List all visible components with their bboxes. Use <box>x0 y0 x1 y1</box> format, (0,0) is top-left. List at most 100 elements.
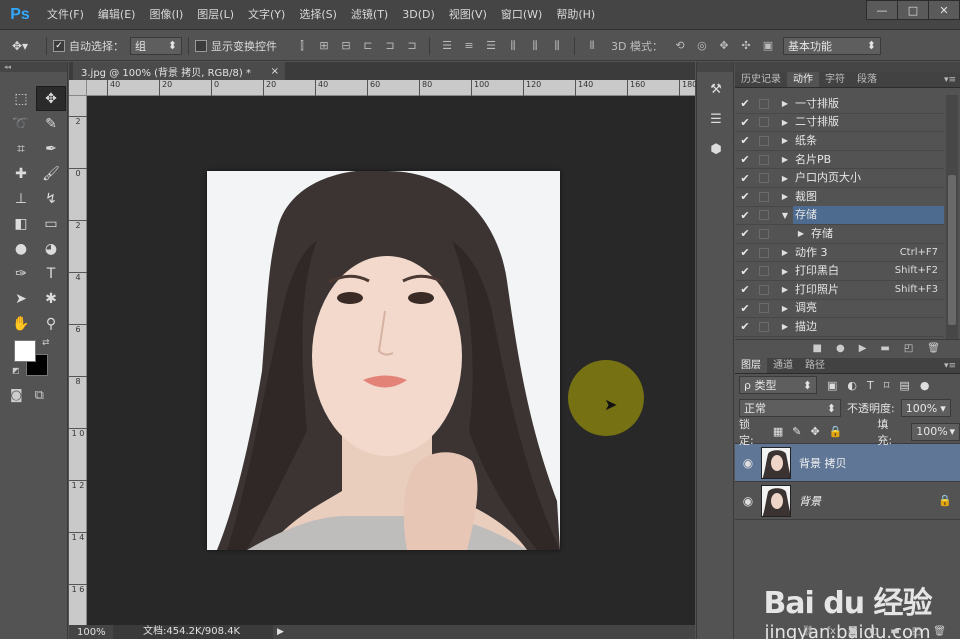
action-row[interactable]: ✔ ▶ 打印照片 Shift+F3 <box>735 281 944 300</box>
close-button[interactable]: ✕ <box>928 0 960 20</box>
dodge-tool-icon[interactable]: ◕ <box>36 236 66 261</box>
layers-tab-2[interactable]: 路径 <box>799 358 831 373</box>
layer-row[interactable]: ◉ 背景 🔒 <box>735 482 960 520</box>
triangle-right-icon[interactable]: ▶ <box>777 99 793 108</box>
zoom-tool-icon[interactable]: ⚲ <box>36 311 66 336</box>
stop-icon[interactable]: ■ <box>813 343 822 354</box>
triangle-right-icon[interactable]: ▶ <box>777 322 793 331</box>
lock-transparent-icon[interactable]: ▦ <box>773 425 783 438</box>
menu-item[interactable]: 文字(Y) <box>241 0 292 30</box>
distribute-bottom-icon[interactable]: ☰ <box>480 37 502 55</box>
lasso-tool-icon[interactable]: ➰ <box>6 111 36 136</box>
distribute-top-icon[interactable]: ☰ <box>436 37 458 55</box>
healing-brush-tool-icon[interactable]: ✚ <box>6 161 36 186</box>
zoom-level[interactable]: 100% <box>69 627 113 638</box>
action-row[interactable]: ✔ ▶ 存储 <box>735 225 944 244</box>
opacity-field[interactable]: 100% ▾ <box>900 399 951 417</box>
marquee-tool-icon[interactable]: ⬚ <box>6 86 36 111</box>
dialog-toggle-box[interactable] <box>759 228 769 239</box>
action-row[interactable]: ✔ ▶ 动作 3 Ctrl+F7 <box>735 244 944 263</box>
new-action-icon[interactable]: ◰ <box>904 343 913 354</box>
menu-item[interactable]: 滤镜(T) <box>344 0 395 30</box>
distribute-vcenter-icon[interactable]: ≡ <box>458 37 480 55</box>
swap-colors-icon[interactable]: ⇄ <box>42 338 50 348</box>
triangle-down-icon[interactable]: ▼ <box>777 211 793 220</box>
checkmark-icon[interactable]: ✔ <box>735 134 755 147</box>
checkmark-icon[interactable]: ✔ <box>735 97 755 110</box>
layers-menu-icon[interactable]: ▾≡ <box>944 358 956 374</box>
dialog-toggle-box[interactable] <box>759 135 769 146</box>
foreground-color-swatch[interactable] <box>14 340 36 362</box>
checkmark-icon[interactable]: ✔ <box>735 190 755 203</box>
show-transform-option[interactable]: 显示变换控件 <box>195 38 277 54</box>
tab-2[interactable]: 字符 <box>819 72 851 87</box>
checkmark-icon[interactable]: ✔ <box>735 116 755 129</box>
canvas-area[interactable]: ➤ <box>87 96 695 625</box>
tab-0[interactable]: 历史记录 <box>735 72 787 87</box>
portrait-photo[interactable] <box>207 171 560 550</box>
dialog-toggle-box[interactable] <box>759 210 769 221</box>
layers-tab-0[interactable]: 图层 <box>735 358 767 373</box>
triangle-right-icon[interactable]: ▶ <box>777 192 793 201</box>
dialog-toggle-box[interactable] <box>759 284 769 295</box>
dialog-toggle-box[interactable] <box>759 173 769 184</box>
minimize-button[interactable]: — <box>866 0 898 20</box>
3d-cube-icon[interactable]: ⬢ <box>700 136 732 162</box>
checkmark-icon[interactable]: ✔ <box>735 153 755 166</box>
blur-tool-icon[interactable]: ● <box>6 236 36 261</box>
gradient-tool-icon[interactable]: ▭ <box>36 211 66 236</box>
clone-stamp-tool-icon[interactable]: ⊥ <box>6 186 36 211</box>
action-row[interactable]: ✔ ▶ 裁图 <box>735 188 944 207</box>
trash-icon[interactable]: 🗑 <box>927 343 940 354</box>
quick-select-tool-icon[interactable]: ✎ <box>36 111 66 136</box>
action-row[interactable]: ✔ ▶ 名片PB <box>735 151 944 170</box>
restore-button[interactable]: □ <box>897 0 929 20</box>
menu-item[interactable]: 选择(S) <box>292 0 344 30</box>
3d-scale-icon[interactable]: ▣ <box>757 37 779 55</box>
checkmark-icon[interactable]: ✔ <box>735 172 755 185</box>
align-top-icon[interactable]: ⫿ <box>291 37 313 55</box>
workspace-dropdown[interactable]: 基本功能 ⬍ <box>782 36 881 55</box>
menu-item[interactable]: 窗口(W) <box>494 0 549 30</box>
crop-tool-icon[interactable]: ⌗ <box>6 136 36 161</box>
layer-row[interactable]: ◉ 背景 拷贝 <box>735 444 960 482</box>
menu-item[interactable]: 3D(D) <box>395 0 442 30</box>
auto-select-option[interactable]: ✓ 自动选择： <box>53 38 124 54</box>
auto-select-checkbox[interactable]: ✓ <box>53 39 65 52</box>
document-tab[interactable]: 3.jpg @ 100% (背景 拷贝, RGB/8) * × <box>73 62 285 80</box>
action-row[interactable]: ✔ ▶ 打印黑白 Shift+F2 <box>735 262 944 281</box>
scroll-thumb[interactable] <box>948 175 956 325</box>
checkmark-icon[interactable]: ✔ <box>735 283 755 296</box>
tool-presets-icon[interactable]: ⚒ <box>700 76 732 102</box>
action-row[interactable]: ✔ ▶ 一寸排版 <box>735 95 944 114</box>
triangle-right-icon[interactable]: ▶ <box>777 267 793 276</box>
add-mask-icon[interactable]: ◙ <box>848 626 858 637</box>
layer-thumbnail[interactable] <box>761 484 791 517</box>
lock-position-icon[interactable]: ✥ <box>811 425 820 438</box>
eraser-tool-icon[interactable]: ◧ <box>6 211 36 236</box>
brush-presets-icon[interactable]: ☰ <box>700 106 732 132</box>
menu-item[interactable]: 帮助(H) <box>549 0 602 30</box>
checkmark-icon[interactable]: ✔ <box>735 227 755 240</box>
dialog-toggle-box[interactable] <box>759 303 769 314</box>
dialog-toggle-box[interactable] <box>759 117 769 128</box>
action-row[interactable]: ✔ ▶ 描边 <box>735 318 944 337</box>
history-brush-tool-icon[interactable]: ↯ <box>36 186 66 211</box>
action-row[interactable]: ✔ ▼ 存储 <box>735 206 944 226</box>
layer-filter-dropdown[interactable]: ρ 类型 ⬍ <box>739 376 817 394</box>
panel-menu-icon[interactable]: ▾≡ <box>944 72 956 88</box>
new-layer-icon[interactable]: ◰ <box>912 626 921 637</box>
checkmark-icon[interactable]: ✔ <box>735 246 755 259</box>
tab-1[interactable]: 动作 <box>787 72 819 87</box>
filter-pixel-icon[interactable]: ▣ <box>827 379 837 392</box>
adjustment-layer-icon[interactable]: ◐ <box>870 626 879 637</box>
dialog-toggle-box[interactable] <box>759 247 769 258</box>
actions-scrollbar[interactable] <box>946 95 958 339</box>
move-tool-icon[interactable]: ✥ <box>36 86 66 111</box>
action-row[interactable]: ✔ ▶ 纸条 <box>735 132 944 151</box>
path-select-tool-icon[interactable]: ➤ <box>6 286 36 311</box>
blend-mode-dropdown[interactable]: 正常 ⬍ <box>739 399 841 417</box>
lock-image-icon[interactable]: ✎ <box>792 425 801 438</box>
delete-layer-icon[interactable]: 🗑 <box>933 626 946 637</box>
default-colors-icon[interactable]: ◩ <box>12 366 20 375</box>
